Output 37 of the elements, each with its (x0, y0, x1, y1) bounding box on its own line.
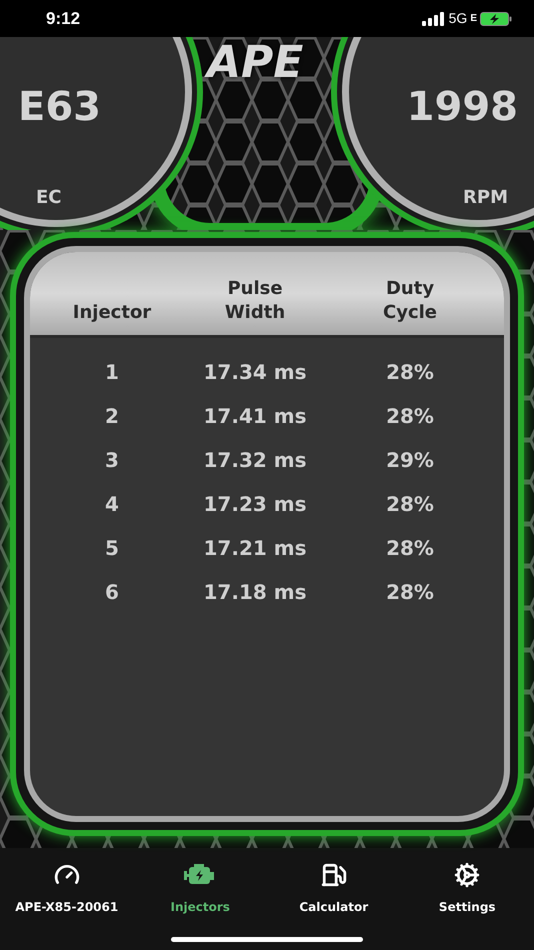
table-cell-text: 29% (386, 447, 434, 474)
table-cell-text: 28% (386, 579, 434, 606)
tab-bar-item[interactable]: APE-X85-20061 (0, 862, 134, 916)
tab-bar-item[interactable]: Injectors (134, 862, 267, 916)
table-cell-text: 3 (105, 447, 119, 474)
table-cell-text: 6 (105, 579, 119, 606)
table-cell-text: 28% (386, 535, 434, 562)
table-cell-text: 28% (386, 403, 434, 430)
table-cell-text: 28% (386, 491, 434, 518)
settings-icon (454, 862, 480, 888)
gauge-label: RPM (463, 186, 508, 210)
table-cell-text: 4 (105, 491, 119, 518)
table-cell-text: 5 (105, 535, 119, 562)
column-header: Duty Cycle (382, 277, 438, 325)
tab-bar-item[interactable]: Calculator (267, 862, 400, 916)
network-type: 5G (448, 9, 468, 28)
fuel-pump-icon (320, 862, 347, 888)
table-cell-text: 17.23 ms (204, 491, 306, 518)
gauge-label: EC (36, 186, 62, 210)
table-cell-text: 17.18 ms (204, 579, 306, 606)
table-cell-text: 17.32 ms (204, 447, 306, 474)
table-cell-text: 17.41 ms (204, 403, 306, 430)
status-time: 9:12 (46, 8, 80, 30)
signal-icon (422, 12, 446, 26)
column-header: Injector (72, 301, 152, 325)
network-subtype: E (470, 12, 477, 26)
tab-bar-item[interactable]: Settings (400, 862, 534, 916)
table-cell-text: 1 (105, 359, 119, 386)
battery-charging-icon (480, 12, 512, 26)
table-cell-text: 2 (105, 403, 119, 430)
gauge-value: E63 (18, 87, 101, 127)
engine-icon (184, 864, 216, 886)
table-cell-text: 17.34 ms (204, 359, 306, 386)
table-cell-text: 17.21 ms (204, 535, 306, 562)
table-cell-text: 28% (386, 359, 434, 386)
column-header: Pulse Width (224, 277, 286, 325)
gauge-value: 1998 (406, 87, 518, 127)
